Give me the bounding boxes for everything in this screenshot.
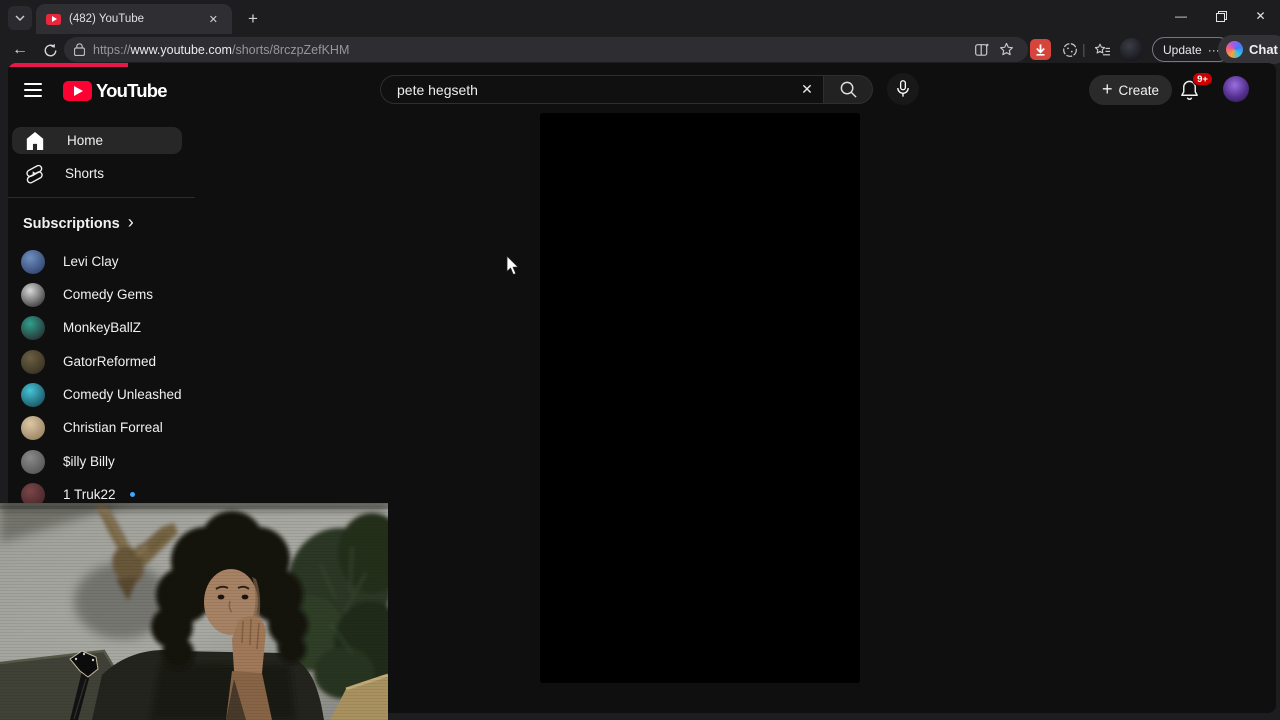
browser-tab[interactable]: (482) YouTube ✕ [36,4,232,34]
channel-avatar [21,282,45,307]
channel-name: MonkeyBallZ [63,320,142,335]
browser-profile-avatar[interactable] [1120,38,1143,61]
shorts-video-player[interactable] [540,113,860,683]
page-loading-bar [8,63,128,67]
subscriptions-header[interactable]: Subscriptions › [23,212,134,233]
sidebar-channel-item[interactable]: Christian Forreal [8,414,208,441]
copilot-icon [1226,41,1243,58]
extensions-icon [1063,43,1077,57]
notification-count-badge: 9+ [1192,72,1213,86]
back-button[interactable]: ← [6,38,34,62]
favorite-star-icon [999,42,1013,56]
close-window-button[interactable]: ✕ [1241,0,1280,32]
youtube-logo[interactable]: YouTube [63,80,168,102]
shorts-label: Shorts [65,166,105,181]
create-label: Create [1118,82,1160,98]
channel-name: Comedy Unleashed [63,387,182,402]
youtube-logo-icon [63,81,92,101]
restore-icon [1215,10,1227,22]
search-icon [840,81,857,98]
address-bar[interactable]: https://www.youtube.com/shorts/8rczpZefK… [64,37,1028,62]
split-screen-button[interactable] [970,38,994,62]
sidebar-channel-item[interactable]: GatorReformed [8,348,208,375]
tab-close-icon[interactable]: ✕ [205,11,222,28]
create-button[interactable]: + Create [1089,75,1173,105]
channel-avatar [21,415,45,440]
channel-avatar [21,249,45,274]
channel-name: 1 Truk22 [63,487,116,502]
new-tab-button[interactable]: + [240,6,266,32]
shorts-icon [26,164,43,183]
split-screen-icon [974,43,989,56]
minimize-button[interactable]: — [1161,0,1201,32]
update-label: Update [1163,42,1202,57]
tab-title: (482) YouTube [69,13,145,25]
download-arrow-icon [1036,44,1045,56]
channel-avatar [21,382,45,407]
webcam-overlay [0,503,388,720]
sidebar-channel-item[interactable]: Levi Clay [8,248,208,275]
chat-label: Chat [1249,42,1278,57]
reload-button[interactable] [36,38,64,62]
new-content-dot [129,492,135,497]
youtube-wordmark: YouTube [96,80,168,101]
youtube-favicon-icon [46,13,61,25]
search-input[interactable] [381,81,791,98]
sidebar-channel-item[interactable]: Comedy Gems [8,281,208,308]
voice-search-button[interactable] [887,73,919,105]
collections-button[interactable] [1090,38,1114,62]
home-label: Home [67,133,104,148]
url-path: /shorts/8rczpZefKHM [231,42,350,57]
url-scheme: https:// [93,42,131,57]
guide-menu-button[interactable] [21,78,45,102]
plus-icon: + [1102,78,1113,99]
home-icon [26,131,44,150]
sidebar-channel-item[interactable]: $illy Billy [8,448,208,475]
channel-name: Comedy Gems [63,287,154,302]
mic-icon [897,80,909,97]
search-button[interactable] [823,75,873,104]
channel-avatar [21,315,45,340]
restore-button[interactable] [1201,0,1241,32]
toolbar-divider: | [1082,41,1086,57]
sidebar-item-shorts[interactable]: Shorts [12,160,182,187]
sidebar-channel-item[interactable]: MonkeyBallZ [8,314,208,341]
channel-name: $illy Billy [63,454,115,469]
collections-icon [1094,43,1110,55]
url-host: www.youtube.com [130,42,232,57]
clear-search-button[interactable]: ✕ [791,76,823,104]
tab-search-button[interactable] [8,6,32,30]
lock-icon [74,43,85,56]
channel-name: Levi Clay [63,254,119,269]
channel-name: GatorReformed [63,354,157,369]
subscriptions-label: Subscriptions [23,216,120,232]
channel-avatar [21,449,45,474]
search-box[interactable]: ✕ [380,75,823,104]
channel-avatar [21,349,45,374]
chevron-down-icon [15,15,25,21]
browser-window: (482) YouTube ✕ + — ✕ ← https://www.yout… [0,0,1280,720]
user-avatar[interactable] [1223,76,1249,102]
reload-icon [44,43,56,56]
mouse-cursor [506,255,520,281]
copilot-chat-button[interactable]: Chat [1218,35,1280,64]
guide-divider [8,197,195,198]
extensions-button[interactable] [1058,38,1082,62]
sidebar-channel-item[interactable]: Comedy Unleashed [8,381,208,408]
download-button[interactable] [1030,39,1051,60]
add-favorite-button[interactable] [994,38,1018,62]
chevron-right-icon: › [127,212,134,232]
channel-name: Christian Forreal [63,420,163,435]
sidebar-item-home[interactable]: Home [12,127,182,154]
url-text: https://www.youtube.com/shorts/8rczpZefK… [93,43,970,57]
